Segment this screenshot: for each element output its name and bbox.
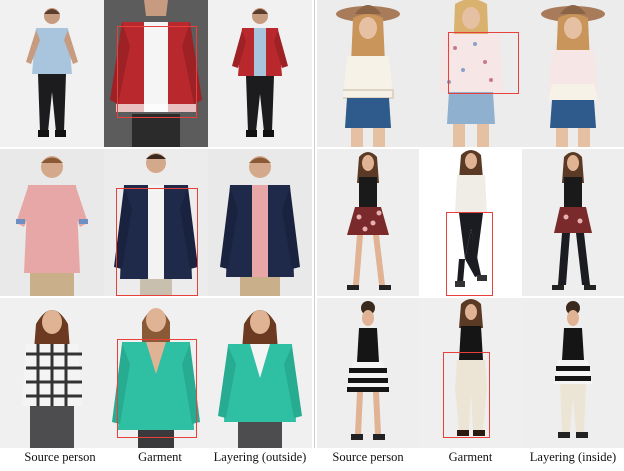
right-row1-source-person-photo [317,0,419,147]
left-comparison-panel: Source person Garment Layering (outside) [0,0,312,471]
right-row1-garment-highlight-box [448,32,519,94]
left-row1-source-person-photo [0,0,104,147]
right-row1-layering-result-photo [522,0,624,147]
column-label-layering-outside: Layering (outside) [213,450,307,464]
column-label-garment-right: Garment [448,450,493,464]
left-row3-layering-result-photo [208,298,312,448]
left-row2-layering-result-photo [208,149,312,296]
column-label-source-person-right: Source person [332,450,404,464]
column-label-garment-left: Garment [138,450,182,464]
right-row3-garment-highlight-box [443,352,490,438]
left-row2-garment-highlight-box [116,188,198,296]
right-row2-layering-result-photo [522,149,624,296]
right-row3-source-person-photo [317,298,419,448]
right-row3-layering-result-photo [522,298,624,448]
left-row1-layering-result-photo [208,0,312,147]
left-row1-garment-highlight-box [117,26,197,118]
left-row3-garment-highlight-box [117,339,197,438]
column-label-source-person-left: Source person [24,450,96,464]
column-label-layering-inside: Layering (inside) [529,450,617,464]
right-comparison-panel: Source person Garment Layering (inside) [317,0,624,471]
left-row3-source-person-photo [0,298,104,448]
right-row2-garment-highlight-box [446,212,493,296]
right-row2-source-person-photo [317,149,419,296]
left-row2-source-person-photo [0,149,104,296]
